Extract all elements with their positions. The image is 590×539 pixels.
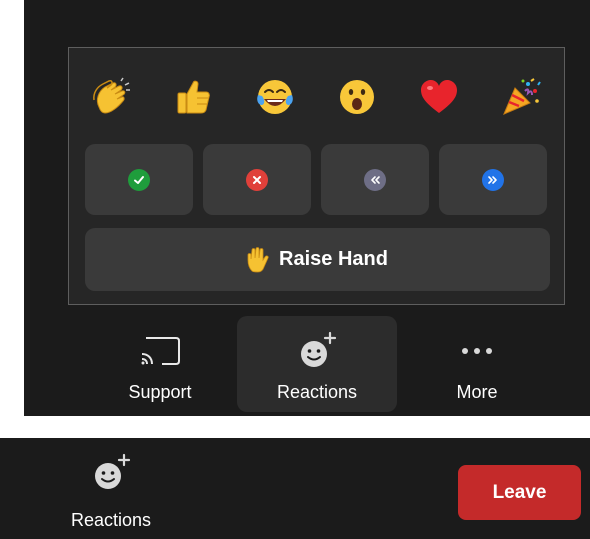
bottom-reactions-button[interactable]: Reactions [46,446,176,536]
tears-of-joy-icon [257,80,293,114]
rewind-icon [364,168,386,191]
leave-button[interactable]: Leave [458,465,581,520]
cross-icon [246,168,268,191]
bottom-reactions-label: Reactions [70,510,152,530]
more-button[interactable]: More [397,316,557,412]
clapping-hands-icon [93,77,130,114]
red-heart-emoji[interactable] [414,72,464,122]
party-popper-emoji[interactable] [496,72,546,122]
check-icon [128,168,150,191]
reactions-popup: Raise Hand [68,47,565,305]
cast-screen-icon [138,328,182,374]
speed-up-button[interactable] [439,144,547,215]
raise-hand-label: Raise Hand [279,248,388,270]
bottom-toolbar: Reactions Leave [0,438,590,539]
thumbs-up-emoji[interactable] [168,72,218,122]
add-reaction-icon [91,450,131,496]
party-popper-icon [503,78,541,115]
fast-forward-icon [482,168,504,191]
raise-hand-button[interactable]: Raise Hand [85,228,550,291]
reactions-button[interactable]: Reactions [237,316,397,412]
thumbs-up-icon [177,80,210,114]
red-heart-icon [421,80,457,113]
reactions-label: Reactions [276,382,358,402]
open-mouth-icon [340,80,374,114]
slow-down-button[interactable] [321,144,429,215]
raised-hand-icon [247,246,269,272]
tears-of-joy-emoji[interactable] [250,72,300,122]
open-mouth-emoji[interactable] [332,72,382,122]
more-label: More [456,382,498,402]
yes-feedback-button[interactable] [85,144,193,215]
clapping-hands-emoji[interactable] [86,72,136,122]
add-reaction-icon [297,328,337,374]
no-feedback-button[interactable] [203,144,311,215]
ellipsis-icon [459,328,495,374]
support-button[interactable]: Support [80,316,240,412]
support-label: Support [128,382,192,402]
